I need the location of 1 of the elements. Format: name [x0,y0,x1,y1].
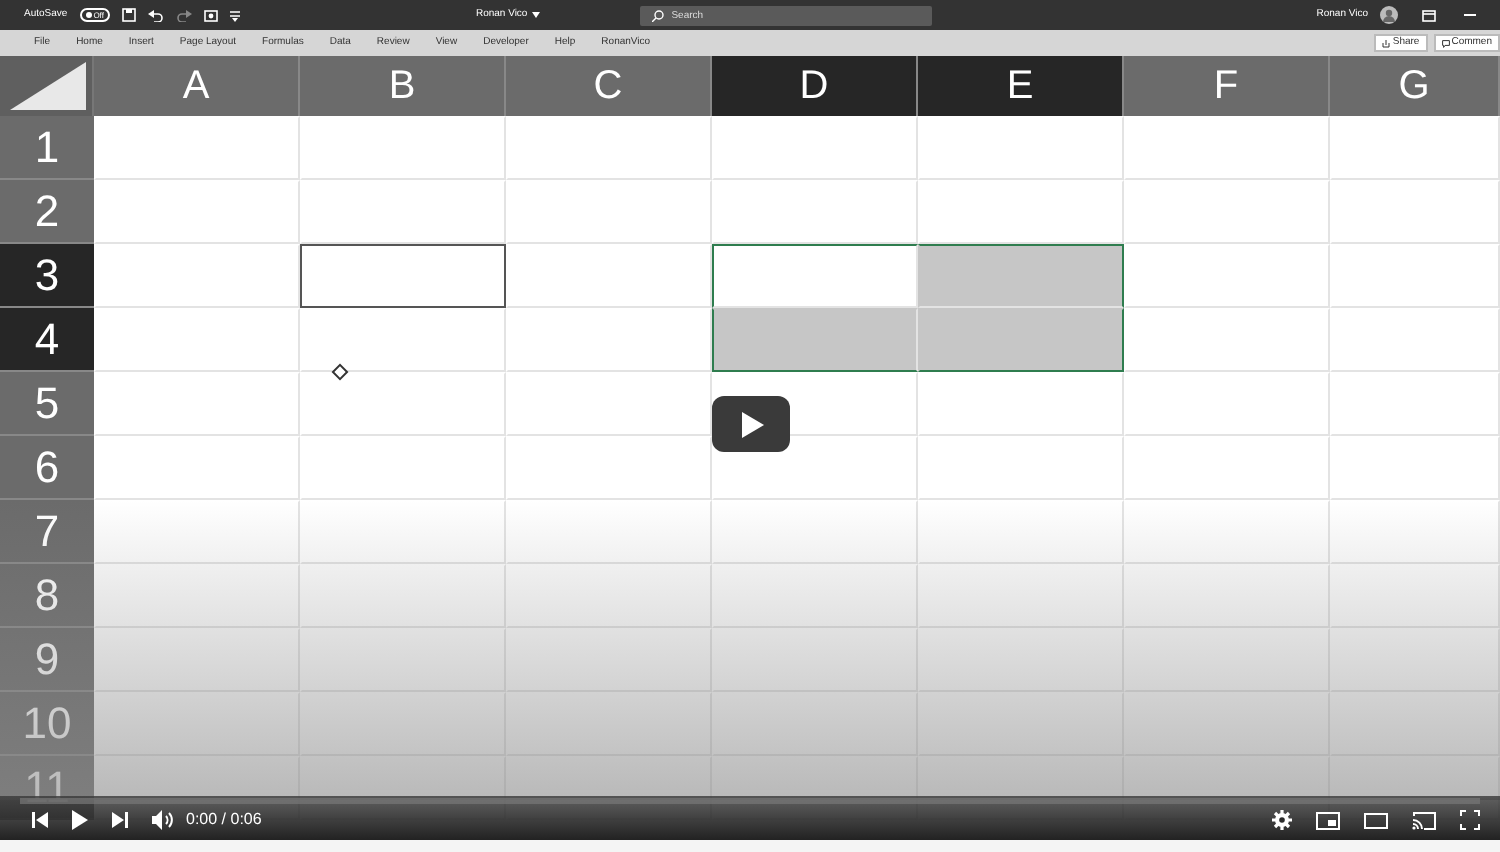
time-display: 0:00 / 0:06 [186,808,262,832]
